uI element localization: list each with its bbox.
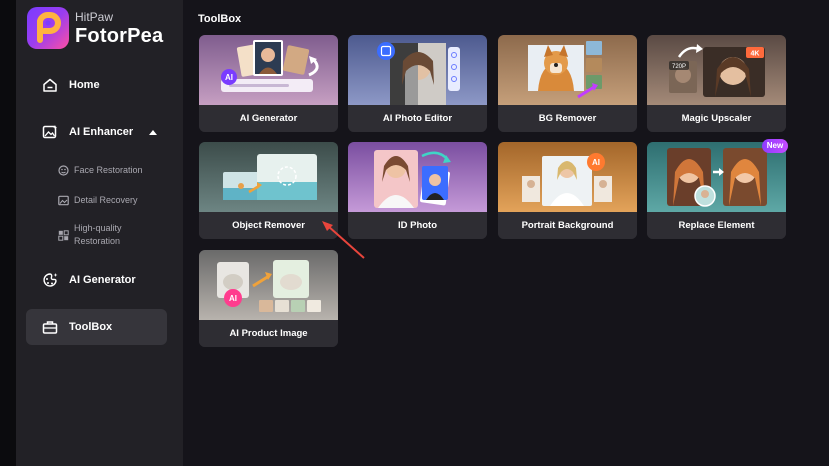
- submenu-label: High-quality Restoration: [74, 222, 164, 248]
- window-edge: [0, 0, 16, 466]
- tool-thumbnail: [348, 35, 487, 105]
- image-detail-icon: [58, 195, 69, 206]
- tool-card-label: AI Generator: [199, 105, 338, 132]
- sidebar-item-label: AI Generator: [69, 274, 136, 286]
- tool-card-label: ID Photo: [348, 212, 487, 239]
- sidebar-item-ai-enhancer[interactable]: AI Enhancer: [26, 114, 167, 150]
- tool-thumbnail: AI: [199, 35, 338, 105]
- tool-card-bg-remover[interactable]: BG Remover: [498, 35, 637, 132]
- svg-text:AI: AI: [225, 73, 233, 82]
- tool-thumbnail: AI: [498, 142, 637, 212]
- svg-text:AI: AI: [592, 158, 600, 167]
- sidebar-item-label: ToolBox: [69, 321, 113, 333]
- annotation-arrow-icon: [322, 221, 365, 259]
- tool-card-magic-upscaler[interactable]: 720P 4K Magic Upscaler: [647, 35, 786, 132]
- submenu-item-hq-restoration[interactable]: High-quality Restoration: [58, 222, 168, 248]
- tool-thumbnail: 720P 4K: [647, 35, 786, 105]
- home-icon: [43, 78, 57, 92]
- tool-card-ai-product-image[interactable]: AI AI Product Image: [199, 250, 338, 347]
- ai-palette-icon: [43, 273, 58, 287]
- tool-card-label: Magic Upscaler: [647, 105, 786, 132]
- caret-up-icon[interactable]: [148, 128, 158, 136]
- toolbox-icon: [42, 321, 58, 334]
- submenu-item-face-restoration[interactable]: Face Restoration: [58, 164, 168, 177]
- tool-thumbnail: [647, 142, 786, 212]
- page-title: ToolBox: [198, 13, 242, 25]
- new-badge: New: [762, 139, 788, 153]
- sidebar-item-ai-generator[interactable]: AI Generator: [26, 262, 167, 298]
- tool-card-label: Replace Element: [647, 212, 786, 239]
- tool-card-replace-element[interactable]: Replace Element: [647, 142, 786, 239]
- hq-restoration-icon: [58, 230, 69, 241]
- sidebar-item-home[interactable]: Home: [26, 67, 167, 103]
- tool-card-portrait-background[interactable]: AI Portrait Background: [498, 142, 637, 239]
- tool-thumbnail: [498, 35, 637, 105]
- tool-card-ai-generator[interactable]: AI AI Generator: [199, 35, 338, 132]
- sidebar-item-toolbox[interactable]: ToolBox: [26, 309, 167, 345]
- tool-thumbnail: [199, 142, 338, 212]
- svg-text:AI: AI: [229, 294, 237, 303]
- tool-card-label: AI Product Image: [199, 320, 338, 347]
- tool-card-label: AI Photo Editor: [348, 105, 487, 132]
- svg-text:720P: 720P: [672, 64, 686, 70]
- submenu-item-detail-recovery[interactable]: Detail Recovery: [58, 194, 168, 207]
- submenu-label-line1: High-quality: [74, 223, 122, 233]
- sidebar-item-label: AI Enhancer: [69, 126, 134, 138]
- tool-card-label: Portrait Background: [498, 212, 637, 239]
- app-logo-icon: [27, 7, 69, 49]
- brand-company: HitPaw: [75, 10, 114, 24]
- face-icon: [58, 165, 69, 176]
- submenu-label: Detail Recovery: [74, 195, 138, 205]
- tool-card-label: BG Remover: [498, 105, 637, 132]
- svg-text:4K: 4K: [751, 51, 760, 58]
- submenu-label-line2: Restoration: [74, 236, 121, 246]
- submenu-label: Face Restoration: [74, 165, 143, 175]
- image-sparkle-icon: [42, 125, 58, 139]
- tool-card-id-photo[interactable]: ID Photo: [348, 142, 487, 239]
- tool-thumbnail: [348, 142, 487, 212]
- tool-card-ai-photo-editor[interactable]: AI Photo Editor: [348, 35, 487, 132]
- brand-product: FotorPea: [75, 25, 164, 47]
- sidebar-item-label: Home: [69, 79, 100, 91]
